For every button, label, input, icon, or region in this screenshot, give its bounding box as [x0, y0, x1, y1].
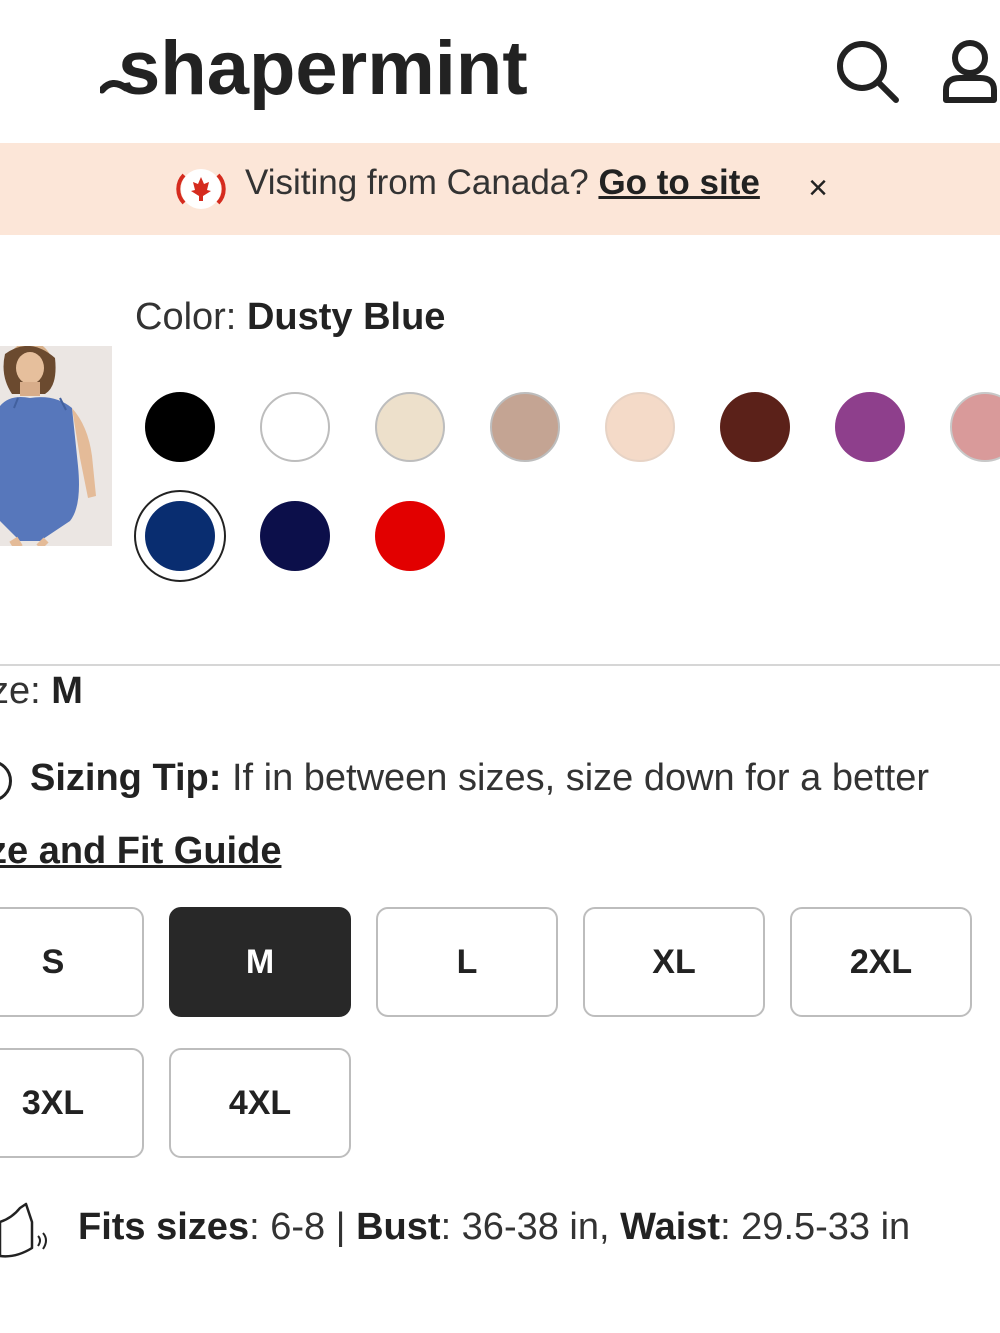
fits-sizes-value: : 6-8 | — [249, 1206, 357, 1248]
banner-text: Visiting from Canada? — [245, 163, 589, 202]
bust-label: Bust — [356, 1206, 441, 1248]
shapermint-logo[interactable]: shapermint — [98, 22, 570, 122]
color-swatch-purple[interactable] — [835, 392, 905, 462]
size-fit-guide-link[interactable]: ze and Fit Guide — [0, 830, 281, 873]
product-thumbnail[interactable] — [0, 346, 112, 546]
section-divider — [0, 664, 1000, 666]
info-icon — [0, 760, 12, 802]
sizing-tip-title: Sizing Tip: — [30, 757, 222, 799]
size-option-l[interactable]: L — [376, 907, 558, 1017]
close-banner-button[interactable]: × — [800, 166, 836, 210]
color-swatch-black[interactable] — [145, 392, 215, 462]
size-option-s[interactable]: S — [0, 907, 144, 1017]
canada-flag-icon — [176, 169, 226, 209]
search-icon[interactable] — [834, 38, 900, 104]
color-swatch-taupe[interactable] — [490, 392, 560, 462]
size-option-xl[interactable]: XL — [583, 907, 765, 1017]
selected-color-name: Dusty Blue — [246, 296, 446, 338]
color-label-text: Color: — [135, 296, 237, 338]
color-swatch-red[interactable] — [375, 501, 445, 571]
color-swatch-beige[interactable] — [375, 392, 445, 462]
size-option-4xl[interactable]: 4XL — [169, 1048, 351, 1158]
color-label: Color: Dusty Blue — [135, 296, 445, 339]
color-swatch-navy[interactable] — [260, 501, 330, 571]
header: shapermint — [0, 0, 1000, 143]
size-label-text: ze: — [0, 670, 41, 712]
logo-text: shapermint — [118, 26, 528, 111]
account-icon[interactable] — [940, 38, 1000, 104]
size-option-3xl[interactable]: 3XL — [0, 1048, 144, 1158]
bust-value: : 36-38 in, — [440, 1206, 621, 1248]
color-swatch-brown[interactable] — [720, 392, 790, 462]
fit-info: Fits sizes: 6-8 | Bust: 36-38 in, Waist:… — [78, 1206, 910, 1249]
size-option-m[interactable]: M — [169, 907, 351, 1017]
sizing-tip-text: If in between sizes, size down for a bet… — [231, 757, 929, 799]
go-to-site-link[interactable]: Go to site — [598, 163, 759, 202]
fits-sizes-label: Fits sizes — [78, 1206, 250, 1248]
size-option-2xl[interactable]: 2XL — [790, 907, 972, 1017]
waist-value: : 29.5-33 in — [720, 1206, 911, 1248]
selected-size: M — [51, 670, 83, 712]
color-swatch-dusty-blue — [145, 501, 215, 571]
bodysuit-fit-icon — [0, 1202, 47, 1258]
color-swatch-rose[interactable] — [950, 392, 1000, 462]
sizing-tip: Sizing Tip: If in between sizes, size do… — [30, 757, 929, 800]
color-swatch-dusty-blue-selected[interactable] — [134, 490, 226, 582]
waist-label: Waist — [620, 1206, 721, 1248]
size-label: ze: M — [0, 670, 83, 713]
color-swatch-white[interactable] — [260, 392, 330, 462]
banner-message: Visiting from Canada? Go to site — [245, 163, 760, 203]
menu-icon[interactable] — [0, 36, 12, 96]
color-swatch-light-nude[interactable] — [605, 392, 675, 462]
